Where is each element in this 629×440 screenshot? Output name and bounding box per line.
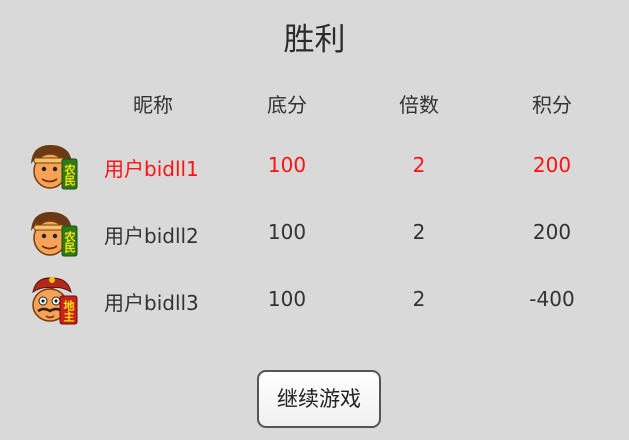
player-points: 200 [532,153,572,177]
header-points: 积分 [532,93,572,117]
player-nickname: 用户bidll3 [104,291,199,315]
player-points: 200 [532,220,572,244]
farmer-avatar-icon: 农民 [31,144,78,190]
role-badge-text: 农民 [63,230,77,254]
player-row: 农民 用户bidll1 100 2 200 [0,136,629,196]
player-multiplier: 2 [412,153,426,177]
player-row: 农民 用户bidll2 100 2 200 [0,203,629,263]
player-nickname: 用户bidll1 [104,157,199,181]
header-base-score: 底分 [267,93,307,117]
landlord-avatar-icon: 地主 [32,277,78,325]
role-badge-text: 地主 [62,299,75,323]
header-nickname: 昵称 [133,93,173,117]
player-multiplier: 2 [412,287,426,311]
player-base-score: 100 [267,153,307,177]
role-badge-text: 农民 [63,163,77,187]
continue-game-button[interactable]: 继续游戏 [257,370,381,428]
farmer-avatar-icon: 农民 [31,211,78,257]
player-nickname: 用户bidll2 [104,224,199,248]
player-base-score: 100 [267,287,307,311]
player-base-score: 100 [267,220,307,244]
player-row: 地主 用户bidll3 100 2 -400 [0,270,629,330]
header-multiplier: 倍数 [399,93,439,117]
result-title: 胜利 [283,22,346,58]
player-multiplier: 2 [412,220,426,244]
player-points: -400 [529,287,575,311]
